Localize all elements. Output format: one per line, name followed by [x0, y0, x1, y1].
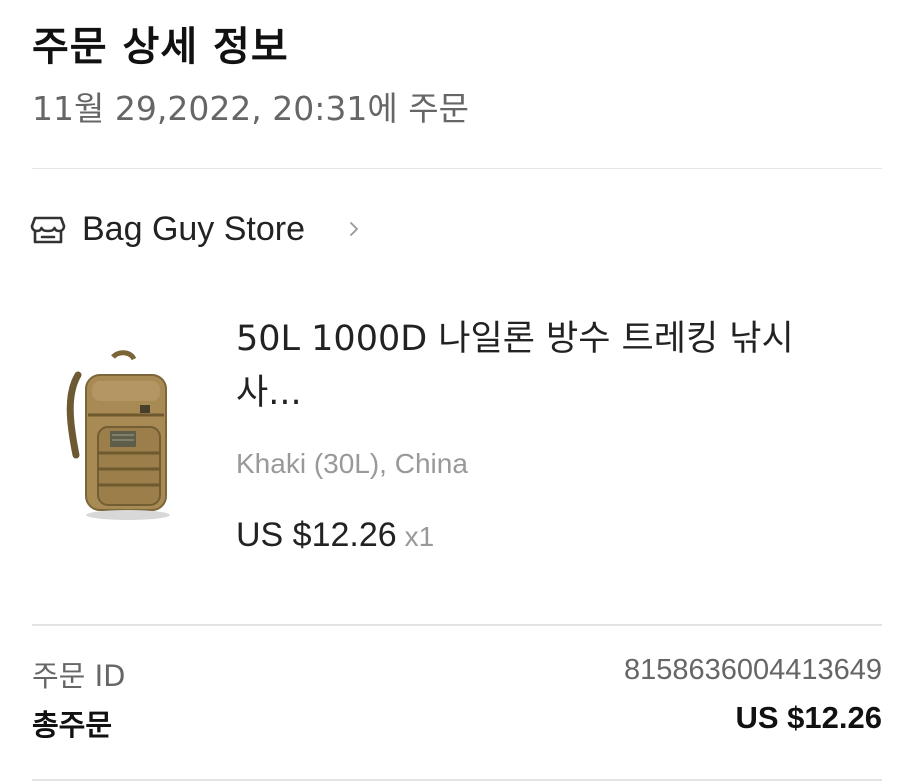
- order-id-value: 8158636004413649: [623, 654, 882, 686]
- storefront-icon: [30, 216, 66, 244]
- product-title-line1: 50L 1000D 나일론 방수 트레킹 낚시: [236, 319, 794, 359]
- product-title[interactable]: 50L 1000D 나일론 방수 트레킹 낚시 사...: [236, 312, 826, 420]
- store-name: Bag Guy Store: [82, 209, 306, 248]
- divider: [32, 779, 882, 781]
- product-variant: Khaki (30L), China: [236, 448, 468, 479]
- product-price-row: US $12.26 x1: [236, 516, 434, 555]
- store-link[interactable]: Bag Guy Store: [30, 204, 361, 254]
- product-title-line2: 사...: [236, 373, 302, 413]
- order-timestamp: 11월 29,2022, 20:31에 주문: [32, 89, 469, 128]
- product-price: US $12.26: [236, 516, 397, 554]
- product-quantity: x1: [404, 521, 435, 552]
- chevron-right-icon: [350, 222, 358, 236]
- backpack-image[interactable]: [58, 345, 178, 525]
- total-value: US $12.26: [735, 700, 883, 735]
- order-detail-page: 주문 상세 정보 11월 29,2022, 20:31에 주문 Bag Guy …: [0, 0, 900, 783]
- divider: [32, 168, 882, 169]
- order-id-label: 주문 ID: [32, 659, 126, 693]
- divider: [32, 624, 882, 626]
- total-label: 총주문: [32, 708, 113, 742]
- page-title: 주문 상세 정보: [32, 24, 289, 70]
